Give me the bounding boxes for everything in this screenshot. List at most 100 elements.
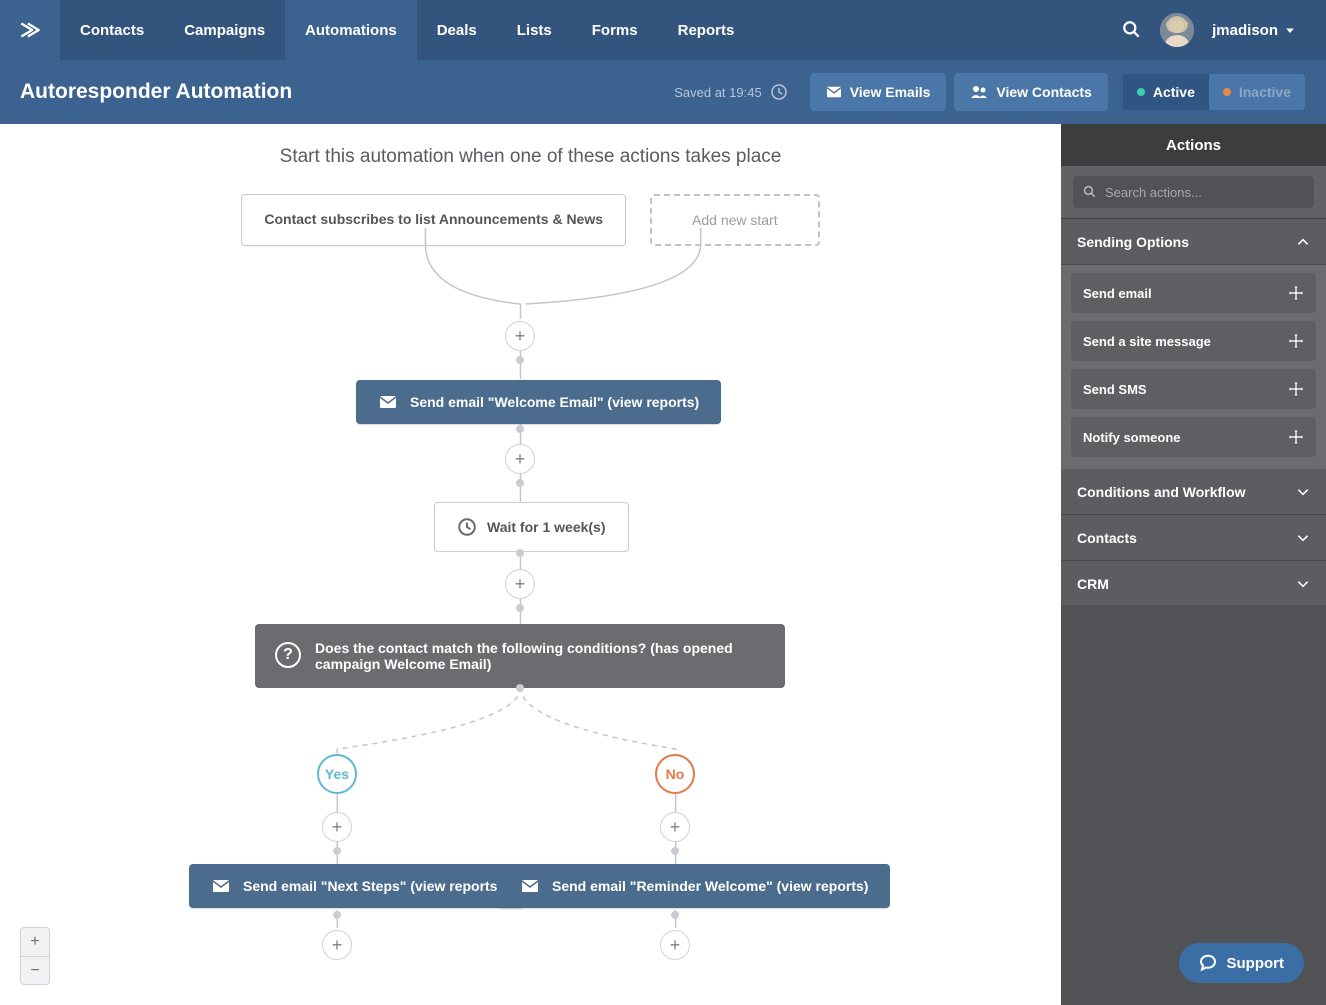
- add-start-button[interactable]: Add new start: [650, 194, 820, 246]
- user-avatar[interactable]: [1160, 13, 1194, 47]
- status-dot-inactive: [1223, 88, 1231, 96]
- saved-status: Saved at 19:45: [674, 83, 787, 101]
- add-step-button[interactable]: +: [322, 812, 352, 842]
- users-icon: [970, 84, 988, 100]
- accordion-contacts[interactable]: Contacts: [1061, 515, 1326, 561]
- nav-label: Lists: [517, 22, 552, 39]
- nav-label: Campaigns: [184, 22, 265, 39]
- status-label: Inactive: [1239, 84, 1291, 100]
- chevron-down-icon: [1296, 577, 1310, 591]
- status-toggle: Active Inactive: [1122, 73, 1306, 111]
- accordion-conditions[interactable]: Conditions and Workflow: [1061, 469, 1326, 515]
- accordion-sending-options[interactable]: Sending Options: [1061, 219, 1326, 265]
- node-label: Does the contact match the following con…: [315, 640, 765, 672]
- support-button[interactable]: Support: [1179, 943, 1305, 983]
- nav-link-reports[interactable]: Reports: [658, 0, 755, 60]
- app-logo[interactable]: [0, 0, 60, 60]
- nav-link-forms[interactable]: Forms: [572, 0, 658, 60]
- accordion-crm[interactable]: CRM: [1061, 561, 1326, 607]
- accordion-panel: Send email Send a site message Send SMS …: [1061, 265, 1326, 469]
- zoom-in-button[interactable]: +: [21, 928, 49, 956]
- chevron-down-icon: [1296, 531, 1310, 545]
- wait-node[interactable]: Wait for 1 week(s): [434, 502, 629, 552]
- node-label: Send email "Reminder Welcome" (view repo…: [552, 878, 868, 894]
- connector-dot: [333, 911, 341, 919]
- accordion-label: Contacts: [1077, 530, 1137, 546]
- send-email-node[interactable]: Send email "Welcome Email" (view reports…: [356, 380, 721, 424]
- actions-sidebar: Actions Sending Options Send email Send …: [1061, 124, 1326, 1005]
- branch-no[interactable]: No: [655, 754, 695, 794]
- move-icon: [1288, 333, 1304, 349]
- search-icon[interactable]: [1122, 20, 1142, 40]
- send-email-node[interactable]: Send email "Reminder Welcome" (view repo…: [498, 864, 890, 908]
- mail-icon: [211, 878, 231, 894]
- branch-yes[interactable]: Yes: [317, 754, 357, 794]
- connector-dot: [516, 356, 524, 364]
- chevron-down-icon: [1296, 485, 1310, 499]
- nav-link-deals[interactable]: Deals: [417, 0, 497, 60]
- trigger-node[interactable]: Contact subscribes to list Announcements…: [241, 194, 626, 246]
- connector-dot: [516, 425, 524, 433]
- action-item-send-email[interactable]: Send email: [1071, 273, 1316, 313]
- user-menu[interactable]: jmadison: [1212, 22, 1296, 39]
- action-item-notify[interactable]: Notify someone: [1071, 417, 1316, 457]
- sub-header: Autoresponder Automation Saved at 19:45 …: [0, 60, 1326, 124]
- accordion-label: Conditions and Workflow: [1077, 484, 1246, 500]
- connector-dot: [671, 847, 679, 855]
- condition-node[interactable]: ? Does the contact match the following c…: [255, 624, 785, 688]
- add-step-button[interactable]: +: [660, 812, 690, 842]
- nav-link-lists[interactable]: Lists: [497, 0, 572, 60]
- support-label: Support: [1227, 955, 1285, 972]
- action-item-site-message[interactable]: Send a site message: [1071, 321, 1316, 361]
- actions-search-input[interactable]: [1105, 185, 1304, 200]
- nav-label: Forms: [592, 22, 638, 39]
- connector-dot: [516, 684, 524, 692]
- username-label: jmadison: [1212, 22, 1278, 39]
- add-step-button[interactable]: +: [505, 444, 535, 474]
- nav-link-campaigns[interactable]: Campaigns: [164, 0, 285, 60]
- clock-icon: [457, 517, 477, 537]
- add-step-button[interactable]: +: [660, 930, 690, 960]
- status-dot-active: [1137, 88, 1145, 96]
- status-active-button[interactable]: Active: [1123, 74, 1209, 110]
- chat-icon: [1199, 954, 1217, 972]
- branch-label: Yes: [325, 766, 349, 782]
- send-email-node[interactable]: Send email "Next Steps" (view reports): [189, 864, 524, 908]
- mail-icon: [520, 878, 540, 894]
- connector-dot: [671, 911, 679, 919]
- accordion-label: Sending Options: [1077, 234, 1189, 250]
- connector-dot: [516, 479, 524, 487]
- nav-label: Contacts: [80, 22, 144, 39]
- chevron-up-icon: [1296, 235, 1310, 249]
- move-icon: [1288, 285, 1304, 301]
- automation-title: Autoresponder Automation: [20, 80, 292, 104]
- mail-icon: [826, 85, 842, 99]
- nav-label: Deals: [437, 22, 477, 39]
- nav-link-contacts[interactable]: Contacts: [60, 0, 164, 60]
- button-label: View Contacts: [996, 84, 1091, 100]
- connector-dot: [333, 847, 341, 855]
- question-icon: ?: [275, 642, 301, 668]
- status-inactive-button[interactable]: Inactive: [1209, 74, 1305, 110]
- zoom-out-button[interactable]: −: [21, 956, 49, 984]
- add-step-button[interactable]: +: [505, 321, 535, 351]
- search-icon: [1083, 185, 1097, 199]
- button-label: View Emails: [850, 84, 931, 100]
- view-contacts-button[interactable]: View Contacts: [954, 73, 1107, 111]
- branch-label: No: [666, 766, 685, 782]
- add-step-button[interactable]: +: [322, 930, 352, 960]
- view-emails-button[interactable]: View Emails: [810, 73, 947, 111]
- nav-label: Reports: [678, 22, 735, 39]
- node-label: Wait for 1 week(s): [487, 519, 606, 535]
- caret-down-icon: [1284, 24, 1296, 36]
- accordion-label: CRM: [1077, 576, 1109, 592]
- move-icon: [1288, 429, 1304, 445]
- nav-link-automations[interactable]: Automations: [285, 0, 417, 60]
- trigger-label: Contact subscribes to list Announcements…: [264, 211, 603, 227]
- action-item-send-sms[interactable]: Send SMS: [1071, 369, 1316, 409]
- add-step-button[interactable]: +: [505, 569, 535, 599]
- connector-dot: [516, 549, 524, 557]
- mail-icon: [378, 394, 398, 410]
- automation-canvas[interactable]: Start this automation when one of these …: [0, 124, 1061, 1005]
- sidebar-title: Actions: [1061, 124, 1326, 166]
